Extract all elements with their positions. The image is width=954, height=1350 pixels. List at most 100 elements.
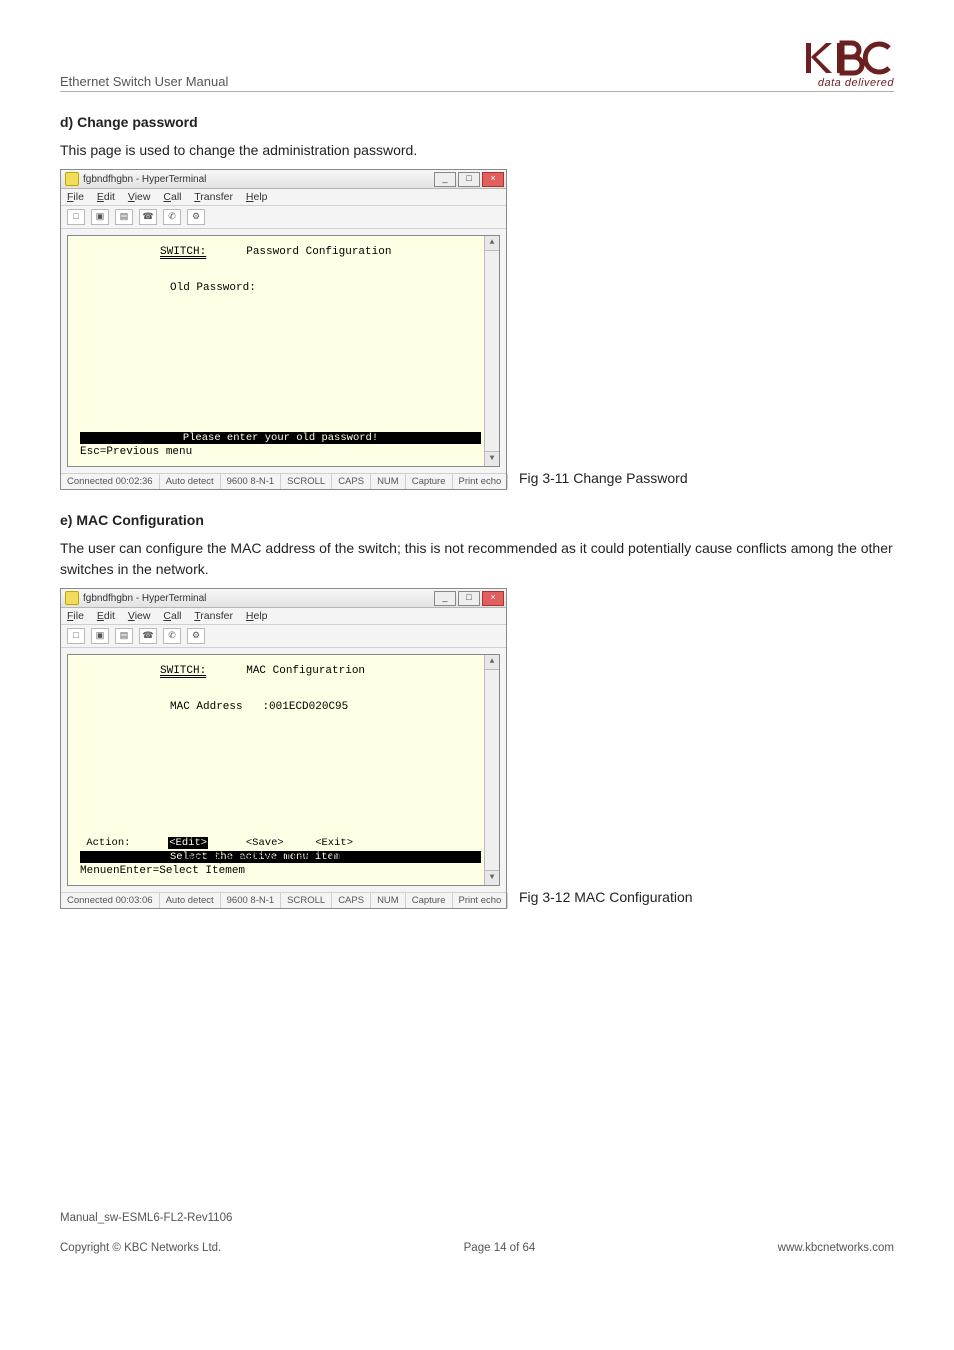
tool-new-icon[interactable]: □	[67, 209, 85, 225]
menu-edit[interactable]: Edit	[97, 610, 115, 622]
action-save[interactable]: <Save>	[246, 837, 284, 849]
status-scroll: SCROLL	[281, 893, 332, 908]
tool-open-icon[interactable]: ▣	[91, 209, 109, 225]
statusbar: Connected 00:03:06 Auto detect 9600 8-N-…	[61, 892, 506, 908]
hyperterminal-window-password: fgbndfhgbn - HyperTerminal _ □ × File Ed…	[60, 169, 507, 490]
status-caps: CAPS	[332, 474, 371, 489]
page-footer: Manual_sw-ESML6-FL2-Rev1106 Copyright © …	[60, 1212, 894, 1254]
tool-call-icon[interactable]: ☎	[139, 628, 157, 644]
status-baud: 9600 8-N-1	[221, 474, 282, 489]
tool-open-icon[interactable]: ▣	[91, 628, 109, 644]
status-num: NUM	[371, 474, 406, 489]
menu-view[interactable]: View	[128, 191, 151, 203]
menu-file[interactable]: File	[67, 610, 84, 622]
close-button[interactable]: ×	[482, 591, 504, 606]
action-exit[interactable]: <Exit>	[315, 837, 353, 849]
esc-hint: Esc=Previous menu	[80, 446, 192, 458]
menu-help[interactable]: Help	[246, 610, 268, 622]
titlebar: fgbndfhgbn - HyperTerminal _ □ ×	[61, 170, 506, 189]
minimize-button[interactable]: _	[434, 591, 456, 606]
mac-address-value: :001ECD020C95	[262, 701, 348, 713]
status-num: NUM	[371, 893, 406, 908]
status-detect: Auto detect	[160, 893, 221, 908]
tool-props-icon[interactable]: ⚙	[187, 628, 205, 644]
terminal-content: SWITCH: Password Configuration Old Passw…	[67, 235, 500, 467]
scrollbar[interactable]: ▲ ▼	[484, 236, 499, 466]
status-capture: Capture	[406, 893, 453, 908]
status-scroll: SCROLL	[281, 474, 332, 489]
logo-tagline: data delivered	[804, 78, 894, 89]
switch-label: SWITCH:	[160, 246, 206, 258]
menubar: File Edit View Call Transfer Help	[61, 189, 506, 206]
status-connected: Connected 00:03:06	[61, 893, 160, 908]
mac-address-label: MAC Address	[170, 701, 243, 713]
prompt-bar: Please enter your old password!	[80, 432, 481, 444]
window-title: fgbndfhgbn - HyperTerminal	[83, 174, 206, 185]
menubar: File Edit View Call Transfer Help	[61, 608, 506, 625]
action-label: Action:	[86, 837, 130, 849]
titlebar: fgbndfhgbn - HyperTerminal _ □ ×	[61, 589, 506, 608]
status-print: Print echo	[453, 474, 509, 489]
status-baud: 9600 8-N-1	[221, 893, 282, 908]
tool-props-icon[interactable]: ⚙	[187, 209, 205, 225]
menu-call[interactable]: Call	[163, 610, 181, 622]
statusbar: Connected 00:02:36 Auto detect 9600 8-N-…	[61, 473, 506, 489]
status-connected: Connected 00:02:36	[61, 474, 160, 489]
status-print: Print echo	[453, 893, 509, 908]
tool-save-icon[interactable]: ▤	[115, 628, 133, 644]
toolbar: □ ▣ ▤ ☎ ✆ ⚙	[61, 625, 506, 648]
window-title: fgbndfhgbn - HyperTerminal	[83, 593, 206, 604]
status-capture: Capture	[406, 474, 453, 489]
menu-file[interactable]: File	[67, 191, 84, 203]
scroll-up-icon[interactable]: ▲	[485, 236, 499, 251]
brand-logo: data delivered	[804, 40, 894, 89]
menu-edit[interactable]: Edit	[97, 191, 115, 203]
tool-call-icon[interactable]: ☎	[139, 209, 157, 225]
minimize-button[interactable]: _	[434, 172, 456, 187]
scroll-up-icon[interactable]: ▲	[485, 655, 499, 670]
status-detect: Auto detect	[160, 474, 221, 489]
toolbar: □ ▣ ▤ ☎ ✆ ⚙	[61, 206, 506, 229]
section-d-heading: d) Change password	[60, 114, 894, 130]
menu-view[interactable]: View	[128, 610, 151, 622]
doc-title: Ethernet Switch User Manual	[60, 74, 228, 89]
action-edit[interactable]: <Edit>	[168, 837, 208, 849]
menu-transfer[interactable]: Transfer	[194, 610, 233, 622]
nav-hints: Tab=Next Item BackSpace=Prev Item CExit=…	[80, 853, 499, 877]
tool-save-icon[interactable]: ▤	[115, 209, 133, 225]
maximize-button[interactable]: □	[458, 172, 480, 187]
app-icon	[65, 172, 79, 186]
page-number: Page 14 of 64	[464, 1242, 536, 1254]
tool-hangup-icon[interactable]: ✆	[163, 628, 181, 644]
panel-title: MAC Configuratrion	[246, 665, 365, 677]
section-e-heading: e) MAC Configuration	[60, 512, 894, 528]
hyperterminal-window-mac: fgbndfhgbn - HyperTerminal _ □ × File Ed…	[60, 588, 507, 909]
hint-tab: Tab=Next Item	[80, 853, 166, 865]
app-icon	[65, 591, 79, 605]
tool-hangup-icon[interactable]: ✆	[163, 209, 181, 225]
figure-caption-2: Fig 3-12 MAC Configuration	[519, 889, 693, 909]
scroll-down-icon[interactable]: ▼	[485, 870, 499, 885]
menu-transfer[interactable]: Transfer	[194, 191, 233, 203]
copyright: Copyright © KBC Networks Ltd.	[60, 1242, 221, 1254]
close-button[interactable]: ×	[482, 172, 504, 187]
menu-call[interactable]: Call	[163, 191, 181, 203]
section-e-body: The user can configure the MAC address o…	[60, 538, 894, 580]
action-row: Action: <Edit> <Save> <Exit>	[80, 837, 481, 849]
old-password-label: Old Password:	[170, 282, 256, 294]
hint-backspace: BackSpace=Prev Item	[186, 853, 311, 865]
tool-new-icon[interactable]: □	[67, 628, 85, 644]
maximize-button[interactable]: □	[458, 591, 480, 606]
scroll-down-icon[interactable]: ▼	[485, 451, 499, 466]
terminal-content: SWITCH: MAC Configuratrion MAC Address :…	[67, 654, 500, 886]
menu-help[interactable]: Help	[246, 191, 268, 203]
section-d-body: This page is used to change the administ…	[60, 140, 894, 161]
scrollbar[interactable]: ▲ ▼	[484, 655, 499, 885]
switch-label: SWITCH:	[160, 665, 206, 677]
footer-url: www.kbcnetworks.com	[778, 1242, 894, 1254]
panel-title: Password Configuration	[246, 246, 391, 258]
figure-caption-1: Fig 3-11 Change Password	[519, 470, 688, 490]
page-header: Ethernet Switch User Manual data deliver…	[60, 40, 894, 92]
manual-id: Manual_sw-ESML6-FL2-Rev1106	[60, 1212, 894, 1224]
status-caps: CAPS	[332, 893, 371, 908]
